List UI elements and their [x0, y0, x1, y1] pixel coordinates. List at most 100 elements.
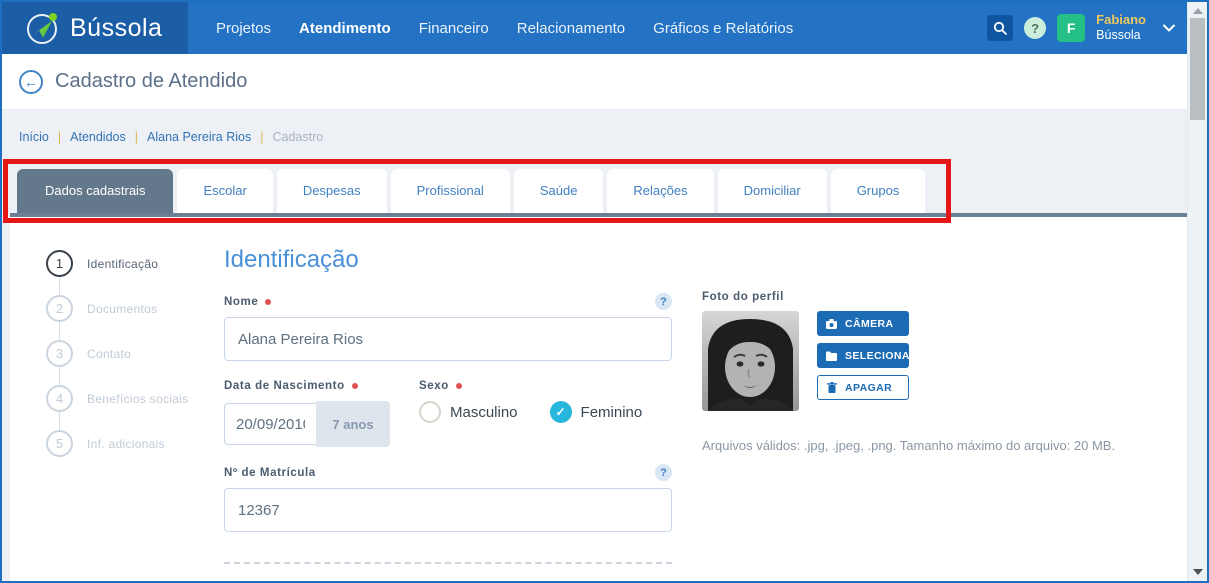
breadcrumb-person[interactable]: Alana Pereira Rios	[147, 130, 251, 144]
app-window: Bússola Projetos Atendimento Financeiro …	[0, 0, 1209, 583]
trash-icon	[827, 382, 837, 393]
tab-bar: Dados cadastrais Escolar Despesas Profis…	[2, 169, 1187, 213]
help-icon[interactable]: ?	[1024, 17, 1047, 39]
camera-button[interactable]: CÂMERA	[817, 311, 909, 336]
nome-label: Nome	[224, 296, 272, 308]
breadcrumb-separator: |	[57, 130, 62, 144]
nascimento-group: Data de Nascimento 7 anos	[224, 377, 390, 447]
matricula-label: Nº de Matrícula	[224, 466, 316, 479]
tab-domiciliar[interactable]: Domiciliar	[717, 169, 827, 213]
nav-relacionamento[interactable]: Relacionamento	[517, 20, 625, 37]
scroll-up-arrow[interactable]	[1193, 8, 1203, 14]
sexo-label: Sexo	[419, 380, 462, 392]
step-contato[interactable]: 3 Contato	[46, 340, 224, 367]
step-number: 3	[46, 340, 73, 367]
topbar-right: ? F Fabiano Bússola	[987, 12, 1187, 43]
step-label: Inf. adicionais	[87, 436, 165, 451]
step-number: 5	[46, 430, 73, 457]
tab-escolar[interactable]: Escolar	[177, 169, 273, 213]
back-arrow-icon: ←	[24, 73, 38, 90]
breadcrumb-separator: |	[260, 130, 264, 144]
content-area: Início | Atendidos | Alana Pereira Rios | Cada…	[2, 110, 1187, 581]
step-label: Benefícios sociais	[87, 391, 189, 406]
form-column: Identificação Nome ? Data de Nascimento	[224, 217, 672, 581]
breadcrumb-inicio[interactable]: Início	[19, 130, 49, 144]
tab-profissional[interactable]: Profissional	[390, 169, 510, 213]
scrollbar-thumb[interactable]	[1190, 18, 1205, 120]
logo-text: Bússola	[70, 13, 163, 42]
breadcrumb-atendidos[interactable]: Atendidos	[70, 130, 126, 144]
matricula-input[interactable]	[224, 488, 672, 532]
logo[interactable]: Bússola	[2, 2, 188, 54]
step-number: 1	[46, 250, 73, 277]
tab-despesas[interactable]: Despesas	[276, 169, 387, 213]
nascimento-label: Data de Nascimento	[224, 380, 358, 392]
delete-photo-button[interactable]: APAGAR	[817, 375, 909, 400]
step-label: Identificação	[87, 256, 159, 271]
photo-section: Foto do perfil CÂMERA SELECIONAR APAGAR …	[702, 217, 1115, 581]
radio-feminino-label[interactable]: Feminino	[581, 404, 643, 421]
user-menu[interactable]: Fabiano Bússola	[1096, 12, 1146, 43]
step-number: 2	[46, 295, 73, 322]
radio-feminino[interactable]: ✓	[549, 401, 572, 423]
vertical-scrollbar	[1187, 2, 1207, 581]
nav-graficos-relatorios[interactable]: Gráficos e Relatórios	[653, 20, 793, 37]
section-title: Identificação	[224, 246, 359, 273]
nome-input[interactable]	[224, 317, 672, 361]
photo-label: Foto do perfil	[702, 291, 784, 303]
breadcrumb-separator: |	[134, 130, 138, 144]
page-header: ← Cadastro de Atendido	[2, 54, 1187, 110]
tab-dados-cadastrais[interactable]: Dados cadastrais	[17, 169, 174, 213]
main-column: Bússola Projetos Atendimento Financeiro …	[2, 2, 1187, 581]
radio-masculino[interactable]	[419, 401, 441, 423]
step-identificacao[interactable]: 1 Identificação	[46, 250, 224, 277]
form-card: 1 Identificação 2 Documentos 3 Contato 4…	[10, 213, 1187, 581]
tab-saude[interactable]: Saúde	[513, 169, 604, 213]
search-icon	[993, 21, 1008, 35]
radio-masculino-label[interactable]: Masculino	[450, 404, 518, 421]
folder-icon	[826, 351, 837, 361]
scroll-down-arrow[interactable]	[1193, 569, 1203, 575]
user-org: Bússola	[1096, 28, 1141, 43]
step-label: Contato	[87, 346, 132, 361]
back-button[interactable]: ←	[19, 69, 43, 94]
step-connector	[59, 322, 60, 340]
tab-grupos[interactable]: Grupos	[830, 169, 926, 213]
age-badge: 7 anos	[316, 401, 390, 447]
required-marker	[351, 382, 358, 389]
bussola-logo-icon	[24, 10, 60, 46]
breadcrumb-current: Cadastro	[272, 130, 324, 144]
camera-icon	[826, 318, 837, 329]
search-button[interactable]	[987, 15, 1014, 41]
nascimento-input[interactable]	[224, 403, 316, 445]
main-nav: Projetos Atendimento Financeiro Relacion…	[216, 20, 793, 37]
required-marker	[455, 382, 462, 389]
nav-atendimento[interactable]: Atendimento	[299, 20, 391, 37]
user-name: Fabiano	[1096, 12, 1146, 28]
page-title: Cadastro de Atendido	[55, 70, 248, 92]
nav-financeiro[interactable]: Financeiro	[419, 20, 489, 37]
breadcrumb: Início | Atendidos | Alana Pereira Rios | Cada…	[2, 110, 1187, 146]
required-marker	[265, 298, 272, 305]
nav-projetos[interactable]: Projetos	[216, 20, 271, 37]
avatar[interactable]: F	[1057, 14, 1086, 42]
step-connector	[59, 277, 60, 295]
step-inf-adicionais[interactable]: 5 Inf. adicionais	[46, 430, 224, 457]
step-documentos[interactable]: 2 Documentos	[46, 295, 224, 322]
step-connector	[59, 412, 60, 430]
section-divider	[224, 562, 672, 564]
matricula-help-icon[interactable]: ?	[655, 464, 672, 481]
chevron-down-icon[interactable]	[1163, 24, 1175, 32]
select-file-button[interactable]: SELECIONAR	[817, 343, 917, 368]
sexo-group: Sexo Masculino ✓ Feminino	[419, 377, 642, 447]
step-label: Documentos	[87, 301, 158, 316]
file-requirements-text: Arquivos válidos: .jpg, .jpeg, .png. Tam…	[702, 438, 1116, 453]
check-icon: ✓	[555, 405, 566, 419]
nome-help-icon[interactable]: ?	[655, 293, 672, 310]
tab-relacoes[interactable]: Relações	[607, 169, 714, 213]
topbar: Bússola Projetos Atendimento Financeiro …	[2, 2, 1187, 54]
step-number: 4	[46, 385, 73, 412]
wizard-steps: 1 Identificação 2 Documentos 3 Contato 4…	[10, 217, 224, 581]
profile-photo	[702, 311, 799, 411]
step-beneficios-sociais[interactable]: 4 Benefícios sociais	[46, 385, 224, 412]
